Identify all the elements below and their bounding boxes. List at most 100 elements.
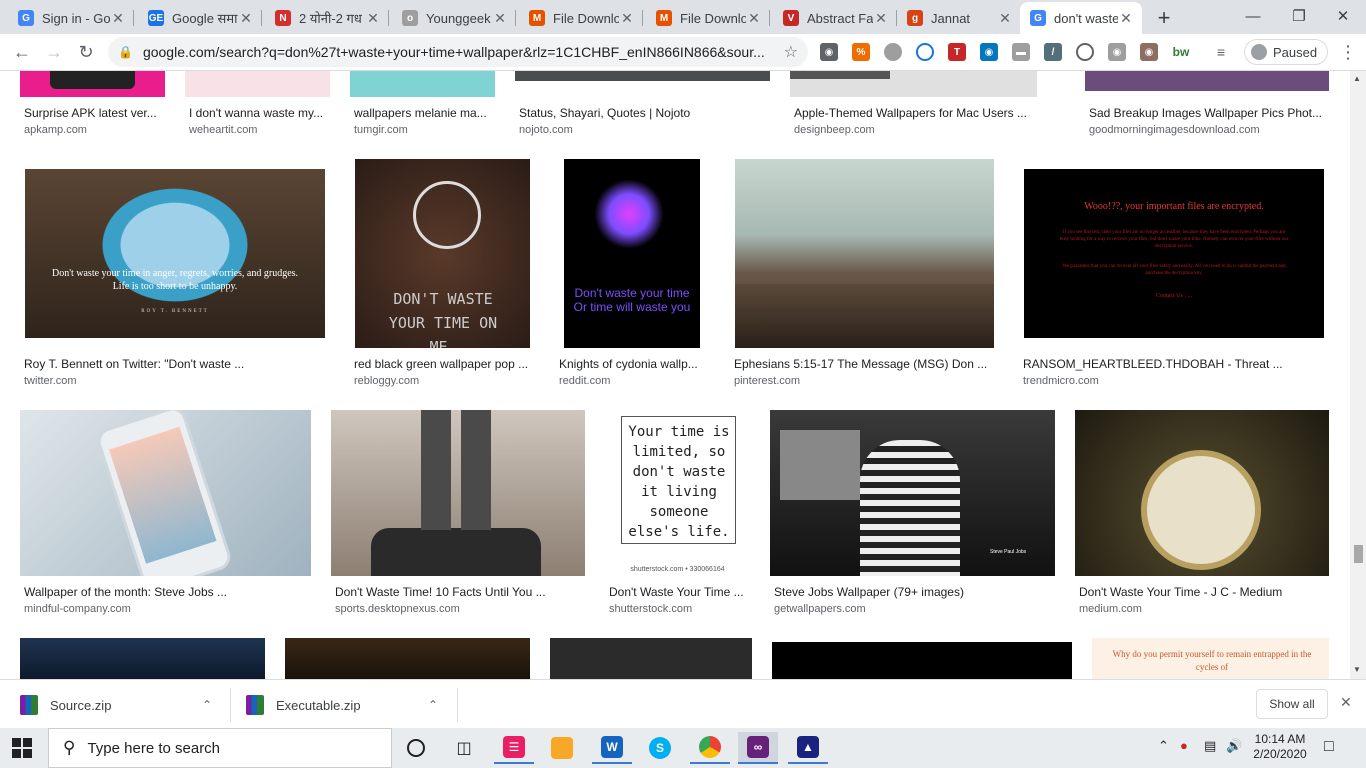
tab[interactable]: g Jannat ✕ xyxy=(897,2,1021,34)
result-thumbnail[interactable]: Steve Paul Jobs xyxy=(770,410,1055,576)
result-source[interactable]: nojoto.com xyxy=(519,124,573,136)
url-text[interactable]: google.com/search?q=don%27t+waste+your+t… xyxy=(143,44,784,60)
close-tab-icon[interactable]: ✕ xyxy=(1118,10,1134,27)
result-thumbnail[interactable]: Wooo!??, your important files are encryp… xyxy=(1024,169,1324,338)
taskbar-app-icon[interactable]: ▲ xyxy=(788,732,828,764)
result-source[interactable]: mindful-company.com xyxy=(24,603,131,615)
result-caption[interactable]: Status, Shayari, Quotes | Nojoto xyxy=(519,106,769,120)
close-tab-icon[interactable]: ✕ xyxy=(110,10,126,27)
file-explorer-icon[interactable] xyxy=(542,732,582,764)
result-thumbnail[interactable] xyxy=(350,71,495,97)
tab[interactable]: G Sign in - Go ✕ xyxy=(8,2,134,34)
result-thumbnail[interactable]: DON'T WASTE YOUR TIME ON ME. xyxy=(355,159,530,348)
visual-studio-icon[interactable]: ∞ xyxy=(738,732,778,764)
result-thumbnail[interactable]: Your time is limited, so don't waste it … xyxy=(605,410,750,576)
scrollbar-thumb[interactable] xyxy=(1354,545,1363,563)
extension-icon[interactable] xyxy=(1076,43,1094,61)
minimize-button[interactable]: — xyxy=(1230,0,1276,32)
tab[interactable]: GE Google समा ✕ xyxy=(138,2,262,34)
extension-icon[interactable]: bw xyxy=(1172,43,1190,61)
scroll-down-icon[interactable]: ▼ xyxy=(1353,665,1361,674)
result-caption[interactable]: RANSOM_HEARTBLEED.THDOBAH - Threat ... xyxy=(1023,357,1323,371)
result-caption[interactable]: Surprise APK latest ver... xyxy=(24,106,164,120)
result-thumbnail[interactable] xyxy=(550,638,752,679)
system-clock[interactable]: 10:14 AM 2/20/2020 xyxy=(1248,732,1312,762)
cortana-icon[interactable] xyxy=(396,732,436,764)
new-tab-button[interactable]: + xyxy=(1150,4,1178,32)
result-source[interactable]: tumgir.com xyxy=(354,124,408,136)
close-tab-icon[interactable]: ✕ xyxy=(238,10,254,27)
result-thumbnail[interactable] xyxy=(185,71,330,97)
result-thumbnail[interactable]: Don't waste your time in anger, regrets,… xyxy=(25,169,325,338)
result-thumbnail[interactable] xyxy=(1075,410,1329,576)
tab[interactable]: V Abstract Fa ✕ xyxy=(773,2,897,34)
result-thumbnail[interactable] xyxy=(331,410,585,576)
result-source[interactable]: designbeep.com xyxy=(794,124,875,136)
chevron-up-icon[interactable]: ⌃ xyxy=(202,698,212,712)
playlist-icon[interactable]: ≡ xyxy=(1212,43,1230,61)
tab[interactable]: M File Downlo ✕ xyxy=(519,2,643,34)
result-caption[interactable]: Don't Waste Time! 10 Facts Until You ... xyxy=(335,585,585,599)
result-caption[interactable]: red black green wallpaper pop ... xyxy=(354,357,534,371)
task-view-icon[interactable]: ◫ xyxy=(444,732,484,764)
result-thumbnail[interactable] xyxy=(20,71,165,97)
extension-icon[interactable]: ◉ xyxy=(1140,43,1158,61)
tab[interactable]: M File Downlo ✕ xyxy=(646,2,770,34)
close-tab-icon[interactable]: ✕ xyxy=(746,10,762,27)
close-tab-icon[interactable]: ✕ xyxy=(873,10,889,27)
result-thumbnail[interactable]: Don't waste your time Or time will waste… xyxy=(564,159,700,348)
close-icon[interactable]: ✕ xyxy=(1340,694,1352,711)
result-caption[interactable]: Sad Breakup Images Wallpaper Pics Phot..… xyxy=(1089,106,1329,120)
word-icon[interactable]: W xyxy=(592,732,632,764)
result-thumbnail[interactable] xyxy=(20,410,311,576)
result-caption[interactable]: Wallpaper of the month: Steve Jobs ... xyxy=(24,585,310,599)
show-all-button[interactable]: Show all xyxy=(1256,689,1328,719)
eyedropper-icon[interactable]: / xyxy=(1044,43,1062,61)
result-source[interactable]: reddit.com xyxy=(559,375,610,387)
scroll-up-icon[interactable]: ▲ xyxy=(1353,74,1361,83)
volume-icon[interactable]: 🔊 xyxy=(1226,738,1242,754)
skype-icon[interactable]: S xyxy=(640,732,680,764)
result-thumbnail[interactable] xyxy=(790,71,1037,97)
bookmark-star-icon[interactable]: ☆ xyxy=(784,42,798,62)
network-warning-icon[interactable]: ● xyxy=(1180,738,1188,753)
result-source[interactable]: pinterest.com xyxy=(734,375,800,387)
cloud-icon[interactable] xyxy=(916,43,934,61)
result-caption[interactable]: wallpapers melanie ma... xyxy=(354,106,494,120)
extension-icon[interactable]: T xyxy=(948,43,966,61)
result-caption[interactable]: Steve Jobs Wallpaper (79+ images) xyxy=(774,585,1054,599)
close-tab-icon[interactable]: ✕ xyxy=(997,10,1013,27)
result-source[interactable]: trendmicro.com xyxy=(1023,375,1099,387)
extension-icon[interactable]: ▬ xyxy=(1012,43,1030,61)
result-source[interactable]: sports.desktopnexus.com xyxy=(335,603,460,615)
close-window-button[interactable]: ✕ xyxy=(1320,0,1366,32)
tab[interactable]: N 2 योनी-2 गध ✕ xyxy=(265,2,389,34)
windows-start-icon[interactable] xyxy=(12,738,32,758)
chrome-icon[interactable] xyxy=(690,732,730,764)
result-caption[interactable]: Ephesians 5:15-17 The Message (MSG) Don … xyxy=(734,357,992,371)
page-scrollbar[interactable]: ▲ ▼ xyxy=(1350,71,1366,679)
close-tab-icon[interactable]: ✕ xyxy=(365,10,381,27)
forward-icon[interactable]: → xyxy=(40,38,68,66)
extension-icon[interactable]: ◉ xyxy=(980,43,998,61)
result-caption[interactable]: Roy T. Bennett on Twitter: "Don't waste … xyxy=(24,357,324,371)
result-thumbnail[interactable] xyxy=(735,159,994,348)
tab[interactable]: o Younggeek ✕ xyxy=(392,2,516,34)
chevron-up-icon[interactable]: ⌃ xyxy=(1158,738,1169,754)
result-source[interactable]: rebloggy.com xyxy=(354,375,419,387)
result-source[interactable]: weheartit.com xyxy=(189,124,257,136)
result-caption[interactable]: Knights of cydonia wallp... xyxy=(559,357,705,371)
result-source[interactable]: goodmorningimagesdownload.com xyxy=(1089,124,1260,136)
restore-button[interactable]: ❐ xyxy=(1276,0,1322,32)
address-bar[interactable]: 🔒 google.com/search?q=don%27t+waste+your… xyxy=(108,37,808,67)
result-caption[interactable]: I don't wanna waste my... xyxy=(189,106,329,120)
close-tab-icon[interactable]: ✕ xyxy=(492,10,508,27)
taskbar-app-icon[interactable]: ☰ xyxy=(494,732,534,764)
result-thumbnail[interactable]: Why do you permit yourself to remain ent… xyxy=(1092,638,1329,679)
result-source[interactable]: shutterstock.com xyxy=(609,603,692,615)
result-thumbnail[interactable] xyxy=(515,71,770,81)
result-thumbnail[interactable] xyxy=(1085,71,1329,91)
tab-active[interactable]: Gdon't waste ✕ xyxy=(1020,2,1142,34)
extension-icon[interactable]: ◉ xyxy=(820,43,838,61)
taskbar-search-box[interactable]: ⚲ Type here to search xyxy=(48,728,392,768)
